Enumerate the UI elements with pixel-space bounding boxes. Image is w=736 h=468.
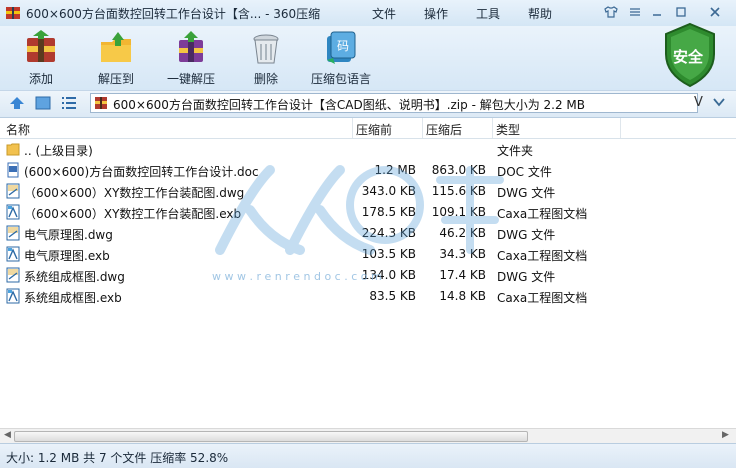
address-text: 600×600方台面数控回转工作台设计【含CAD图纸、说明书】.zip - 解包… bbox=[113, 98, 586, 112]
one-click-extract-button[interactable]: 一键解压 bbox=[156, 30, 226, 87]
list-header: 名称 压缩前 压缩后 类型 bbox=[0, 118, 736, 139]
file-row[interactable]: 电气原理图.exb 103.5 KB 34.3 KB Caxa工程图文档 bbox=[0, 244, 736, 265]
scroll-left-icon[interactable]: ◀ bbox=[4, 430, 11, 440]
security-label: 安全 bbox=[673, 48, 704, 66]
file-type: Caxa工程图文档 bbox=[497, 249, 588, 263]
file-row[interactable]: (600×600)方台面数控回转工作台设计.doc 1.2 MB 863.0 KB D… bbox=[0, 160, 736, 181]
column-name[interactable]: 名称 bbox=[6, 121, 30, 138]
file-row[interactable]: （600×600）XY数控工作台装配图.dwg 343.0 KB 115.6 KB D… bbox=[0, 181, 736, 202]
close-icon[interactable] bbox=[704, 3, 726, 21]
watermark-url: w w w . r e n r e n d o c . c o m bbox=[212, 270, 382, 283]
zip-file-icon bbox=[95, 97, 107, 109]
shirt-skin-icon[interactable] bbox=[600, 3, 622, 21]
file-unpacked-size: 863.0 KB bbox=[431, 163, 486, 177]
title-bar: 600×600方台面数控回转工作台设计【含... - 360压缩 文件 操作 工… bbox=[0, 0, 736, 26]
scrollbar-thumb[interactable] bbox=[14, 431, 528, 442]
menu-dropdown-icon[interactable] bbox=[624, 3, 646, 21]
file-packed-size: 1.2 MB bbox=[374, 163, 416, 177]
menu-file[interactable]: 文件 bbox=[372, 5, 396, 22]
delete-button[interactable]: 删除 bbox=[231, 30, 301, 87]
one-click-extract-icon bbox=[179, 31, 203, 62]
archive-language-button[interactable]: 码 压缩包语言 bbox=[306, 30, 376, 87]
file-name: （600×600）XY数控工作台装配图.dwg bbox=[24, 186, 245, 200]
window-title: 600×600方台面数控回转工作台设计【含... - 360压缩 bbox=[26, 7, 321, 21]
extract-to-button[interactable]: 解压到 bbox=[81, 30, 151, 87]
dwg-icon bbox=[6, 267, 20, 283]
folder-icon bbox=[6, 141, 20, 157]
delete-label: 删除 bbox=[253, 72, 278, 86]
extract-to-icon bbox=[101, 32, 131, 62]
file-unpacked-size: 46.2 KB bbox=[439, 226, 486, 240]
file-packed-size: 343.0 KB bbox=[361, 184, 416, 198]
column-packed-size[interactable]: 压缩前 bbox=[356, 121, 392, 138]
address-field[interactable]: 600×600方台面数控回转工作台设计【含CAD图纸、说明书】.zip - 解包… bbox=[90, 93, 698, 113]
add-label: 添加 bbox=[28, 72, 53, 86]
svg-text:码: 码 bbox=[337, 39, 349, 53]
file-row[interactable]: .. (上级目录) 文件夹 bbox=[0, 139, 736, 160]
thumbnail-view-icon[interactable] bbox=[34, 95, 52, 111]
file-row[interactable]: 系统组成框图.exb 83.5 KB 14.8 KB Caxa工程图文档 bbox=[0, 286, 736, 307]
file-row[interactable]: （600×600）XY数控工作台装配图.exb 178.5 KB 109.1 KB C… bbox=[0, 202, 736, 223]
horizontal-scrollbar[interactable]: ◀ ▶ bbox=[0, 428, 736, 443]
file-type: Caxa工程图文档 bbox=[497, 207, 588, 221]
column-type[interactable]: 类型 bbox=[496, 121, 520, 138]
file-packed-size: 103.5 KB bbox=[361, 247, 416, 261]
add-button[interactable]: 添加 bbox=[6, 30, 76, 87]
add-icon bbox=[27, 30, 55, 62]
file-name: 系统组成框图.dwg bbox=[24, 270, 125, 284]
column-unpacked-size[interactable]: 压缩后 bbox=[426, 121, 462, 138]
file-packed-size: 224.3 KB bbox=[361, 226, 416, 240]
file-packed-size: 83.5 KB bbox=[369, 289, 416, 303]
window: 600×600方台面数控回转工作台设计【含... - 360压缩 文件 操作 工… bbox=[0, 0, 736, 468]
delete-icon bbox=[253, 34, 279, 64]
one-click-extract-label: 一键解压 bbox=[166, 72, 215, 86]
file-name: 电气原理图.dwg bbox=[24, 228, 113, 242]
status-bar: 大小: 1.2 MB 共 7 个文件 压缩率 52.8% bbox=[0, 443, 736, 468]
exb-icon bbox=[6, 288, 20, 304]
up-arrow-icon[interactable] bbox=[8, 95, 26, 111]
file-unpacked-size: 115.6 KB bbox=[431, 184, 486, 198]
exb-icon bbox=[6, 246, 20, 262]
file-unpacked-size: 109.1 KB bbox=[431, 205, 486, 219]
file-unpacked-size: 34.3 KB bbox=[439, 247, 486, 261]
dwg-icon bbox=[6, 225, 20, 241]
file-type: DWG 文件 bbox=[497, 228, 556, 242]
file-unpacked-size: 17.4 KB bbox=[439, 268, 486, 282]
chevron-down-icon[interactable] bbox=[712, 96, 726, 108]
minimize-icon[interactable] bbox=[646, 3, 668, 21]
file-name: （600×600）XY数控工作台装配图.exb bbox=[24, 207, 242, 221]
menu-tools[interactable]: 工具 bbox=[476, 5, 500, 22]
scroll-right-icon[interactable]: ▶ bbox=[722, 430, 729, 440]
toolbar: 添加 解压到 一键解压 删除 码 压缩包语言 安全 bbox=[0, 22, 736, 90]
file-name: .. (上级目录) bbox=[24, 144, 93, 158]
file-packed-size: 178.5 KB bbox=[361, 205, 416, 219]
extract-to-label: 解压到 bbox=[97, 72, 134, 86]
file-row[interactable]: 电气原理图.dwg 224.3 KB 46.2 KB DWG 文件 bbox=[0, 223, 736, 244]
exb-icon bbox=[6, 204, 20, 220]
file-name: 电气原理图.exb bbox=[24, 249, 110, 263]
archive-language-icon: 码 bbox=[327, 31, 356, 64]
menu-operation[interactable]: 操作 bbox=[424, 5, 448, 22]
maximize-icon[interactable] bbox=[670, 3, 692, 21]
dwg-icon bbox=[6, 183, 20, 199]
status-text: 大小: 1.2 MB 共 7 个文件 压缩率 52.8% bbox=[6, 451, 229, 465]
file-type: DOC 文件 bbox=[497, 165, 552, 179]
archive-language-label: 压缩包语言 bbox=[310, 72, 371, 86]
file-unpacked-size: 14.8 KB bbox=[439, 289, 486, 303]
file-name: 系统组成框图.exb bbox=[24, 291, 122, 305]
file-name: (600×600)方台面数控回转工作台设计.doc bbox=[24, 165, 259, 179]
app-logo-icon bbox=[6, 7, 20, 19]
file-type: DWG 文件 bbox=[497, 186, 556, 200]
address-bar: 600×600方台面数控回转工作台设计【含CAD图纸、说明书】.zip - 解包… bbox=[0, 90, 736, 118]
file-type: Caxa工程图文档 bbox=[497, 291, 588, 305]
file-type: 文件夹 bbox=[497, 144, 534, 158]
list-view-icon[interactable] bbox=[60, 95, 78, 111]
file-type: DWG 文件 bbox=[497, 270, 556, 284]
address-history-dropdown[interactable]: V bbox=[694, 95, 703, 110]
doc-icon bbox=[6, 162, 20, 178]
menu-help[interactable]: 帮助 bbox=[528, 5, 552, 22]
